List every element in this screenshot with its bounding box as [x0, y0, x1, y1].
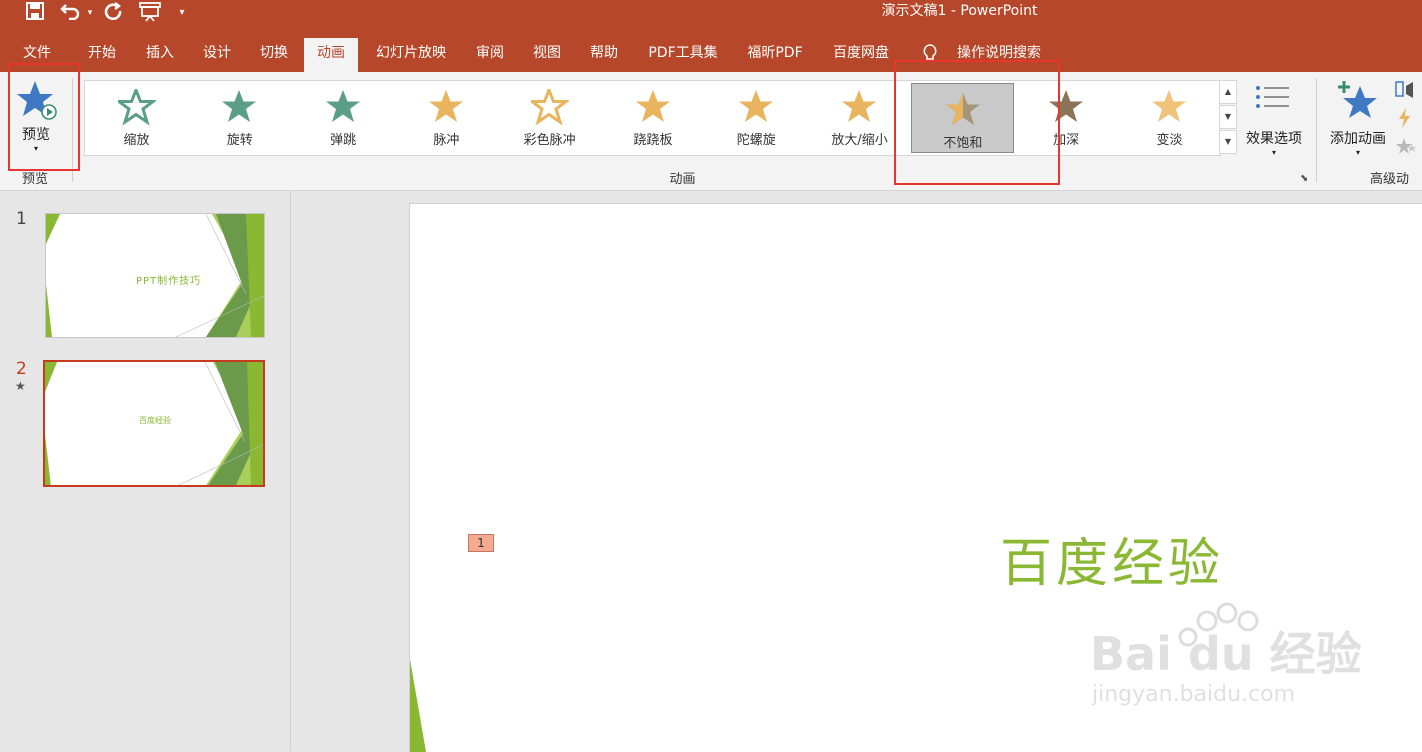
- slide-1-title: PPT制作技巧: [136, 276, 202, 287]
- slide-thumbnail-pane: 1 PPT制作技巧 2 ★ 百度经验: [0, 191, 291, 751]
- dialog-launcher-icon[interactable]: ⬊: [1300, 173, 1308, 184]
- tab-pdf-tools[interactable]: PDF工具集: [638, 36, 728, 72]
- spin-arrow-star-icon: [738, 90, 773, 122]
- window-title: 演示文稿1 - PowerPoint: [881, 3, 1038, 19]
- animation-pulse-star[interactable]: 脉冲: [395, 81, 498, 155]
- add-animation-label: 添加动画: [1330, 131, 1386, 147]
- tab-baidu-netdisk[interactable]: 百度网盘: [822, 36, 900, 72]
- ribbon: 预览 ▾ 预览 缩放 旋转 弹跳 脉冲 彩色脉冲 跷跷板 陀螺旋 放大/缩小 不饱和 加深 变淡 ▲…: [0, 72, 1422, 191]
- grow-shrink-star-icon: [842, 90, 877, 122]
- slide-2-title: 百度经验: [139, 416, 171, 425]
- animation-label: 脉冲: [433, 133, 460, 148]
- group-divider: [1316, 78, 1317, 182]
- effect-options-icon: [1256, 86, 1289, 108]
- advanced-group-label: 高级动: [1370, 172, 1410, 187]
- add-animation-dropdown-icon: ▾: [1355, 148, 1360, 157]
- animation-label: 变淡: [1156, 133, 1183, 148]
- animation-pane-icon[interactable]: [1395, 80, 1422, 100]
- bounce-star-icon: [325, 90, 360, 122]
- gallery-more-button[interactable]: ▼: [1219, 130, 1237, 154]
- tab-home[interactable]: 开始: [76, 36, 128, 72]
- teeter-star-icon: [635, 90, 670, 122]
- pulse-star-icon: [428, 90, 463, 122]
- add-animation-button[interactable]: 添加动画 ▾: [1322, 76, 1394, 162]
- effect-options-button[interactable]: 效果选项 ▾: [1240, 78, 1308, 164]
- gallery-scroll-down-button[interactable]: ▼: [1219, 105, 1237, 129]
- animation-teeter-star[interactable]: 跷跷板: [602, 81, 705, 155]
- animation-label: 缩放: [123, 133, 150, 148]
- animation-label: 彩色脉冲: [523, 133, 576, 148]
- animation-order-tag[interactable]: 1: [468, 534, 494, 552]
- spin-star-icon: [222, 90, 257, 122]
- animation-painter-icon[interactable]: [1396, 136, 1422, 156]
- effect-options-label: 效果选项: [1246, 131, 1302, 147]
- watermark-brand: Bai du 经验: [1090, 627, 1362, 681]
- tab-design[interactable]: 设计: [191, 36, 243, 72]
- animation-zoom-star[interactable]: 缩放: [85, 81, 188, 155]
- tab-view[interactable]: 视图: [521, 36, 573, 72]
- animation-label: 旋转: [226, 133, 253, 148]
- effect-options-dropdown-icon: ▾: [1271, 148, 1276, 157]
- slide-corner-decoration: [410, 659, 426, 752]
- highlight-box-desaturate: [894, 60, 1060, 185]
- current-slide[interactable]: 1 百度经验 Bai du 经验 jingyan.baidu.com: [409, 203, 1422, 752]
- trigger-icon[interactable]: [1397, 108, 1417, 128]
- color-pulse-star-icon: [531, 89, 570, 126]
- tab-review[interactable]: 审阅: [464, 36, 516, 72]
- baidu-watermark: Bai du 经验 jingyan.baidu.com: [1090, 599, 1390, 709]
- title-bar: ▾ ▾ 演示文稿1 - PowerPoint: [0, 0, 1422, 36]
- slide-number-2: 2: [16, 359, 27, 379]
- tab-transitions[interactable]: 切换: [248, 36, 300, 72]
- highlight-box-preview: [8, 63, 80, 171]
- animation-bounce-star[interactable]: 弹跳: [292, 81, 395, 155]
- gallery-scroll-up-button[interactable]: ▲: [1219, 80, 1237, 104]
- lighten-star-icon: [1152, 90, 1186, 122]
- animation-spin-arrow-star[interactable]: 陀螺旋: [705, 81, 808, 155]
- slide-thumbnail-2[interactable]: 百度经验: [43, 360, 265, 487]
- animation-spin-star[interactable]: 旋转: [188, 81, 291, 155]
- tab-insert[interactable]: 插入: [134, 36, 186, 72]
- watermark-url: jingyan.baidu.com: [1092, 682, 1296, 707]
- animation-label: 跷跷板: [633, 133, 673, 148]
- tab-foxit-pdf[interactable]: 福昕PDF: [738, 36, 812, 72]
- animation-lighten-star[interactable]: 变淡: [1118, 81, 1221, 155]
- slide-thumbnail-1[interactable]: PPT制作技巧: [45, 213, 265, 338]
- slide-number-1: 1: [16, 209, 27, 229]
- animation-color-pulse-star[interactable]: 彩色脉冲: [498, 81, 601, 155]
- tab-slideshow[interactable]: 幻灯片放映: [365, 36, 457, 72]
- slide-title-text[interactable]: 百度经验: [1000, 534, 1224, 594]
- ribbon-tabs: 文件 开始 插入 设计 切换 动画 幻灯片放映 审阅 视图 帮助 PDF工具集 …: [0, 36, 1422, 72]
- zoom-star-icon: [118, 89, 156, 126]
- tab-animations[interactable]: 动画: [304, 38, 358, 72]
- animation-label: 陀螺旋: [736, 133, 776, 148]
- animation-group-label: 动画: [669, 172, 696, 187]
- animation-label: 弹跳: [330, 133, 357, 148]
- add-animation-star-icon: [1338, 81, 1377, 118]
- tab-help[interactable]: 帮助: [578, 36, 630, 72]
- animation-marker-icon: ★: [15, 379, 26, 393]
